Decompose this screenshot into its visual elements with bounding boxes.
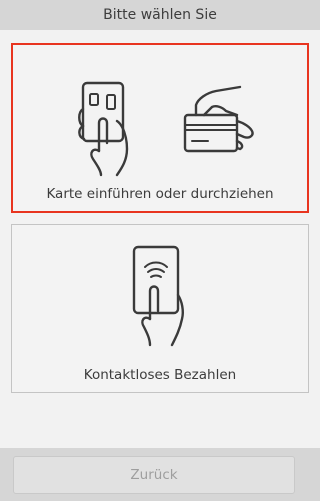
- insert-or-swipe-card-option[interactable]: Karte einführen oder durchziehen: [11, 43, 309, 213]
- header-bar: Bitte wählen Sie: [0, 0, 320, 30]
- card-swipe-icon: [183, 85, 254, 153]
- contactless-payment-icon: [132, 245, 184, 347]
- contactless-payment-option[interactable]: Kontaktloses Bezahlen: [11, 224, 309, 393]
- page-title: Bitte wählen Sie: [103, 7, 217, 23]
- insert-or-swipe-card-label: Karte einführen oder durchziehen: [46, 186, 274, 202]
- card-insert-icon: [78, 81, 129, 177]
- contactless-payment-label: Kontaktloses Bezahlen: [83, 367, 237, 383]
- footer-bar: Zurück: [0, 448, 320, 501]
- back-button[interactable]: Zurück: [13, 456, 295, 494]
